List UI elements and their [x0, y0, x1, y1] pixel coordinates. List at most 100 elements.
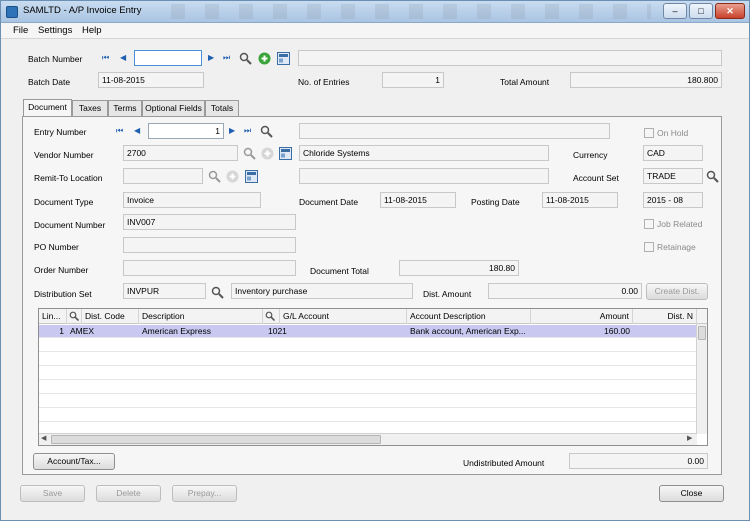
close-button[interactable]: Close — [659, 485, 724, 502]
save-button[interactable]: Save — [20, 485, 85, 502]
menu-bar: File Settings Help — [1, 23, 749, 39]
order-number-field[interactable] — [123, 260, 296, 276]
close-window-button[interactable]: ✕ — [715, 3, 745, 19]
col-description-header[interactable]: Description — [139, 309, 263, 324]
grid-vertical-scrollbar[interactable] — [696, 324, 707, 434]
entry-next-icon[interactable]: ▶ — [229, 124, 235, 138]
table-row[interactable] — [39, 367, 697, 380]
vendor-search-icon[interactable] — [243, 147, 256, 160]
job-related-label: Job Related — [657, 219, 703, 229]
remit-to-description-field — [299, 168, 549, 184]
table-row[interactable] — [39, 409, 697, 422]
document-type-select[interactable]: Invoice — [123, 192, 261, 208]
batch-next-icon[interactable]: ▶ — [208, 51, 214, 65]
dist-amount-field: 0.00 — [488, 283, 642, 299]
po-number-field[interactable] — [123, 237, 296, 253]
distribution-set-field[interactable]: INVPUR — [123, 283, 206, 299]
col-line-header[interactable]: Lin... — [39, 309, 67, 324]
undistributed-amount-label: Undistributed Amount — [463, 458, 545, 468]
job-related-checkbox[interactable] — [644, 219, 654, 229]
cell-line: 1 — [59, 326, 64, 336]
menu-file[interactable]: File — [13, 25, 28, 36]
batch-search-icon[interactable] — [239, 52, 252, 65]
app-window: SAMLTD - A/P Invoice Entry – □ ✕ File Se… — [0, 0, 750, 521]
table-row[interactable]: 1 AMEX American Express 1021 Bank accoun… — [39, 325, 697, 338]
batch-prev-icon[interactable]: ◀ — [120, 51, 126, 65]
entries-field: 1 — [382, 72, 444, 88]
account-tax-button[interactable]: Account/Tax... — [33, 453, 115, 470]
col-dist-n-header[interactable]: Dist. N — [633, 309, 697, 324]
background-toolbar — [171, 4, 651, 19]
entry-search-icon[interactable] — [260, 125, 273, 138]
on-hold-checkbox[interactable] — [644, 128, 654, 138]
entry-last-icon[interactable]: ⏭ — [244, 124, 251, 138]
posting-date-field[interactable]: 11-08-2015 — [542, 192, 618, 208]
document-date-field[interactable]: 11-08-2015 — [380, 192, 456, 208]
batch-last-icon[interactable]: ⏭ — [223, 51, 230, 65]
col-account-description-header[interactable]: Account Description — [407, 309, 531, 324]
cell-gl-account: 1021 — [268, 326, 287, 336]
distribution-set-description-field: Inventory purchase — [231, 283, 413, 299]
batch-zoom-icon[interactable] — [277, 52, 290, 65]
col-amount-header[interactable]: Amount — [531, 309, 633, 324]
menu-settings[interactable]: Settings — [38, 25, 72, 36]
table-row[interactable] — [39, 395, 697, 408]
vendor-number-field[interactable]: 2700 — [123, 145, 238, 161]
menu-help[interactable]: Help — [82, 25, 102, 36]
tab-terms[interactable]: Terms — [108, 100, 142, 117]
batch-number-input[interactable] — [134, 50, 202, 66]
title-bar[interactable]: SAMLTD - A/P Invoice Entry – □ ✕ — [1, 1, 749, 23]
distribution-set-search-icon[interactable] — [211, 286, 224, 299]
minimize-button[interactable]: – — [663, 3, 687, 19]
undistributed-amount-field: 0.00 — [569, 453, 708, 469]
retainage-checkbox[interactable] — [644, 242, 654, 252]
table-row[interactable] — [39, 381, 697, 394]
on-hold-label: On Hold — [657, 128, 689, 138]
retainage-label: Retainage — [657, 242, 696, 252]
tab-optional-fields[interactable]: Optional Fields — [142, 100, 205, 117]
batch-date-field: 11-08-2015 — [98, 72, 204, 88]
col-gl-account-header[interactable]: G/L Account — [280, 309, 407, 324]
remit-to-search-icon[interactable] — [208, 170, 221, 183]
cell-description: American Express — [142, 326, 211, 336]
cell-amount: 160.00 — [604, 326, 630, 336]
table-row[interactable] — [39, 339, 697, 352]
entry-first-icon[interactable]: ⏮ — [116, 124, 123, 138]
total-amount-field: 180.800 — [570, 72, 722, 88]
tab-totals[interactable]: Totals — [205, 100, 239, 117]
tab-taxes[interactable]: Taxes — [72, 100, 108, 117]
col-dist-code-header[interactable]: Dist. Code — [82, 309, 139, 324]
distribution-grid[interactable]: Lin... Dist. Code Description G/L Accoun… — [38, 308, 708, 446]
vendor-number-label: Vendor Number — [34, 150, 94, 160]
remit-to-zoom-icon[interactable] — [245, 170, 258, 183]
document-total-field[interactable]: 180.80 — [399, 260, 519, 276]
entries-label: No. of Entries — [298, 77, 350, 87]
dist-amount-label: Dist. Amount — [423, 289, 472, 299]
entry-prev-icon[interactable]: ◀ — [134, 124, 140, 138]
cell-dist-code: AMEX — [70, 326, 95, 336]
remit-to-field[interactable] — [123, 168, 203, 184]
create-dist-button[interactable]: Create Dist. — [646, 283, 708, 300]
prepay-button[interactable]: Prepay... — [172, 485, 237, 502]
col-gl-account-search-icon[interactable] — [263, 309, 280, 324]
posting-date-label: Posting Date — [471, 197, 520, 207]
account-set-search-icon[interactable] — [706, 170, 719, 183]
tab-document[interactable]: Document — [23, 99, 72, 117]
delete-button[interactable]: Delete — [96, 485, 161, 502]
batch-add-icon[interactable] — [258, 52, 271, 65]
batch-number-label: Batch Number — [28, 54, 83, 64]
grid-horizontal-scrollbar[interactable]: ◀ ▶ — [39, 433, 697, 445]
batch-first-icon[interactable]: ⏮ — [102, 51, 109, 65]
document-number-field[interactable]: INV007 — [123, 214, 296, 230]
vendor-add-icon[interactable] — [261, 147, 274, 160]
vendor-zoom-icon[interactable] — [279, 147, 292, 160]
remit-to-add-icon[interactable] — [226, 170, 239, 183]
entry-number-input[interactable]: 1 — [148, 123, 224, 139]
table-row[interactable] — [39, 353, 697, 366]
entry-number-label: Entry Number — [34, 127, 87, 137]
grid-header: Lin... Dist. Code Description G/L Accoun… — [39, 309, 707, 324]
col-dist-code-search-icon[interactable] — [67, 309, 82, 324]
entry-description-field — [299, 123, 610, 139]
maximize-button[interactable]: □ — [689, 3, 713, 19]
account-set-field[interactable]: TRADE — [643, 168, 703, 184]
